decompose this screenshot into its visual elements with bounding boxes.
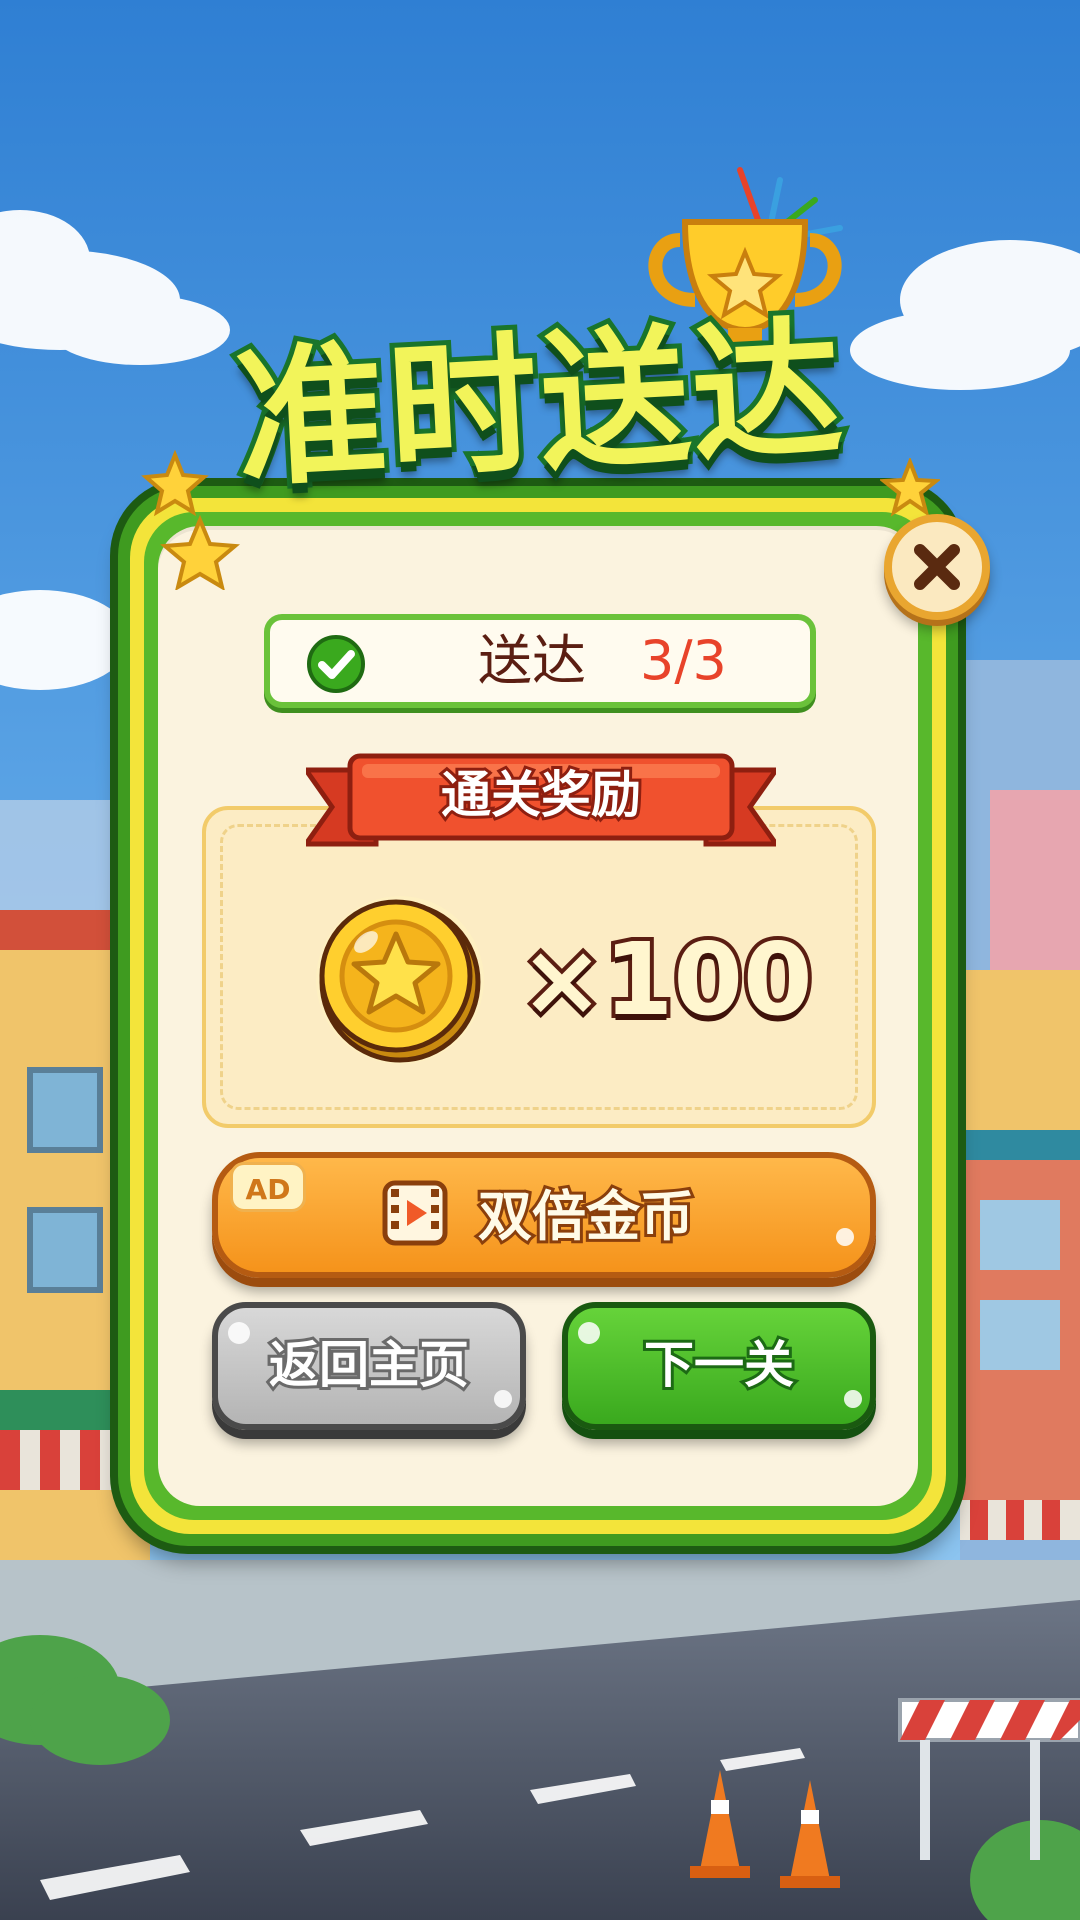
close-icon [914, 544, 960, 590]
delivery-status-label: 送达 [478, 629, 586, 692]
level-title: 准时送达 [227, 297, 853, 513]
close-button[interactable] [884, 514, 990, 620]
next-level-label: 下一关 [641, 1333, 797, 1397]
star-coin-icon [316, 896, 484, 1064]
delivery-status-count: 3/3 [640, 629, 727, 692]
sparkle-star-right-icon [880, 458, 940, 517]
video-play-icon [382, 1180, 448, 1246]
check-icon [307, 635, 365, 693]
double-coins-label: 双倍金币 [475, 1182, 697, 1251]
ad-badge: AD [230, 1162, 306, 1212]
reward-ribbon-label: 通关奖励 [438, 763, 644, 827]
reward-coin-amount: ×100 [516, 917, 817, 1042]
return-home-label: 返回主页 [266, 1333, 472, 1397]
button-gloss [836, 1228, 854, 1246]
